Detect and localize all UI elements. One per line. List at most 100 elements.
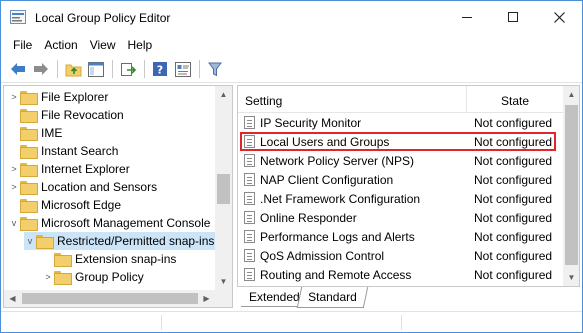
- export-list-button[interactable]: [117, 58, 139, 80]
- setting-name: Network Policy Server (NPS): [260, 154, 415, 168]
- scroll-thumb[interactable]: [217, 174, 230, 204]
- up-one-level-button[interactable]: [62, 58, 84, 80]
- menu-file[interactable]: File: [7, 38, 38, 52]
- filter-button[interactable]: [204, 58, 226, 80]
- list-row-online-responder[interactable]: Online Responder Not configured: [238, 208, 563, 227]
- folder-icon: [20, 163, 38, 177]
- expand-chevron-icon[interactable]: >: [8, 182, 20, 192]
- folder-icon: [20, 145, 38, 159]
- toolbar: ?: [1, 56, 582, 83]
- setting-state: Not configured: [474, 135, 553, 149]
- folder-open-icon: [36, 235, 54, 249]
- tab-standard[interactable]: Standard: [296, 287, 368, 308]
- setting-icon: [244, 211, 255, 224]
- tree-item-microsoft-edge[interactable]: Microsoft Edge: [8, 196, 220, 214]
- expand-chevron-icon[interactable]: >: [8, 164, 20, 174]
- tree-item-group-policy[interactable]: > Group Policy: [42, 268, 216, 286]
- setting-icon: [244, 249, 255, 262]
- setting-state: Not configured: [474, 173, 553, 187]
- setting-state: Not configured: [474, 192, 553, 206]
- column-divider[interactable]: [466, 86, 467, 113]
- policy-editor-icon: [10, 10, 26, 24]
- scroll-right-arrow-icon[interactable]: ▶: [198, 290, 215, 307]
- list-vertical-scrollbar[interactable]: ▲ ▼: [563, 86, 579, 286]
- list-row-qos-admission-control[interactable]: QoS Admission Control Not configured: [238, 246, 563, 265]
- close-button[interactable]: [536, 1, 582, 33]
- tree-item-label: Restricted/Permitted snap-ins: [57, 234, 215, 248]
- help-button[interactable]: ?: [149, 58, 171, 80]
- column-header-state[interactable]: State: [501, 94, 529, 108]
- view-tabs: Extended Standard: [237, 287, 580, 309]
- collapse-chevron-icon[interactable]: v: [8, 218, 20, 228]
- collapse-chevron-icon[interactable]: v: [24, 236, 36, 246]
- window-title: Local Group Policy Editor: [35, 11, 171, 25]
- list-row-ip-security-monitor[interactable]: IP Security Monitor Not configured: [238, 113, 563, 132]
- tree-item-label: Group Policy: [75, 270, 144, 284]
- tree-item-location-and-sensors[interactable]: > Location and Sensors: [8, 178, 220, 196]
- setting-name: Routing and Remote Access: [260, 268, 412, 282]
- setting-icon: [244, 154, 255, 167]
- column-header-setting[interactable]: Setting: [245, 94, 282, 108]
- setting-name: Online Responder: [260, 211, 357, 225]
- tree-item-file-revocation[interactable]: File Revocation: [8, 106, 220, 124]
- tree-item-file-explorer[interactable]: > File Explorer: [8, 88, 220, 106]
- tree-pane: > File Explorer File Revocation IME Inst…: [3, 85, 233, 308]
- status-bar-divider: [401, 315, 402, 330]
- tree-item-ime[interactable]: IME: [8, 124, 220, 142]
- tree-item-extension-snap-ins[interactable]: Extension snap-ins: [42, 250, 216, 268]
- expand-chevron-icon[interactable]: >: [8, 92, 20, 102]
- show-hide-tree-button[interactable]: [85, 58, 107, 80]
- menu-bar: File Action View Help: [1, 34, 582, 55]
- tree-item-label: File Revocation: [41, 108, 124, 122]
- tree-item-microsoft-management-console[interactable]: v Microsoft Management Console: [8, 214, 220, 232]
- setting-state: Not configured: [474, 249, 553, 263]
- tree-item-instant-search[interactable]: Instant Search: [8, 142, 220, 160]
- menu-view[interactable]: View: [84, 38, 122, 52]
- settings-list-pane: Setting State IP Security Monitor Not co…: [237, 85, 580, 287]
- properties-button[interactable]: [172, 58, 194, 80]
- tree-item-label: Extension snap-ins: [75, 252, 177, 266]
- tab-standard-label: Standard: [308, 290, 357, 304]
- tree-item-restricted-permitted-snap-ins[interactable]: v Restricted/Permitted snap-ins: [24, 232, 220, 250]
- properties-icon: [175, 61, 191, 77]
- setting-state: Not configured: [474, 230, 553, 244]
- expand-chevron-icon[interactable]: >: [42, 272, 54, 282]
- menu-action[interactable]: Action: [38, 38, 83, 52]
- export-list-icon: [121, 62, 136, 76]
- scroll-down-arrow-icon[interactable]: ▼: [563, 269, 579, 286]
- folder-icon: [20, 109, 38, 123]
- help-icon: ?: [153, 62, 167, 77]
- list-row-net-framework-configuration[interactable]: .Net Framework Configuration Not configu…: [238, 189, 563, 208]
- tree-item-internet-explorer[interactable]: > Internet Explorer: [8, 160, 220, 178]
- back-button[interactable]: [7, 58, 29, 80]
- tree-item-label: IME: [41, 126, 63, 140]
- menu-help[interactable]: Help: [122, 38, 159, 52]
- scroll-thumb[interactable]: [565, 105, 578, 265]
- list-row-local-users-and-groups[interactable]: Local Users and Groups Not configured: [240, 132, 556, 151]
- setting-icon: [244, 116, 255, 129]
- status-bar: [1, 311, 582, 332]
- scroll-thumb[interactable]: [22, 293, 198, 304]
- title-bar[interactable]: Local Group Policy Editor: [1, 1, 582, 34]
- list-row-routing-and-remote-access[interactable]: Routing and Remote Access Not configured: [238, 265, 563, 284]
- tree-item-label: File Explorer: [41, 90, 109, 104]
- tree-vertical-scrollbar[interactable]: ▲ ▼: [215, 86, 232, 290]
- setting-state: Not configured: [474, 268, 553, 282]
- scroll-up-arrow-icon[interactable]: ▲: [563, 86, 579, 103]
- list-row-nap-client-configuration[interactable]: NAP Client Configuration Not configured: [238, 170, 563, 189]
- setting-icon: [244, 192, 255, 205]
- forward-button[interactable]: [30, 58, 52, 80]
- minimize-button[interactable]: [444, 1, 490, 33]
- folder-icon: [54, 253, 72, 267]
- folder-icon: [20, 91, 38, 105]
- scroll-left-arrow-icon[interactable]: ◀: [4, 290, 21, 307]
- list-row-network-policy-server[interactable]: Network Policy Server (NPS) Not configur…: [238, 151, 563, 170]
- tree-horizontal-scrollbar[interactable]: ◀ ▶: [4, 290, 232, 307]
- setting-icon: [244, 135, 255, 148]
- scroll-down-arrow-icon[interactable]: ▼: [215, 273, 232, 290]
- scroll-up-arrow-icon[interactable]: ▲: [215, 86, 232, 103]
- toolbar-separator: [199, 60, 200, 78]
- list-row-performance-logs-and-alerts[interactable]: Performance Logs and Alerts Not configur…: [238, 227, 563, 246]
- maximize-button[interactable]: [490, 1, 536, 33]
- setting-name: Performance Logs and Alerts: [260, 230, 415, 244]
